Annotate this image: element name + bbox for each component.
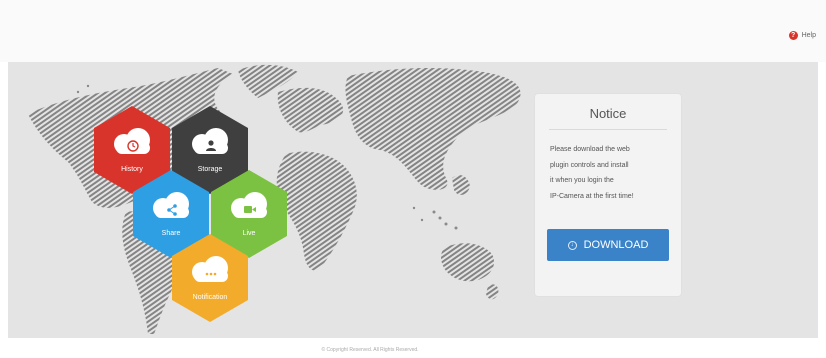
main-panel: History Storage Share Live Notification …: [8, 62, 818, 338]
help-link[interactable]: ? Help: [788, 31, 816, 40]
notice-panel: Notice Please download the web plugin co…: [535, 94, 681, 296]
notice-line: Please download the web: [550, 146, 630, 153]
question-circle-icon: ?: [788, 31, 798, 40]
copyright-text: © Copyright Reserved. All Rights Reserve…: [321, 347, 419, 353]
download-arrow-icon: ↓: [567, 240, 577, 250]
help-label: Help: [801, 32, 816, 39]
notification-hex[interactable]: Notification: [172, 234, 248, 322]
download-button[interactable]: ↓ DOWNLOAD: [547, 229, 669, 261]
notice-title: Notice: [589, 106, 627, 121]
notification-label: Notification: [192, 294, 228, 301]
notice-line: plugin controls and install: [550, 161, 629, 169]
notice-message: Please download the web plugin controls …: [550, 142, 670, 204]
notice-divider: [549, 129, 667, 130]
footer: © Copyright Reserved. All Rights Reserve…: [0, 338, 826, 358]
notice-line: IP-Camera at the first time!: [550, 192, 634, 200]
notice-line: it when you login the: [550, 177, 614, 184]
world-map: [28, 64, 521, 334]
download-label: DOWNLOAD: [583, 239, 649, 251]
top-bar: ? Help: [0, 0, 826, 62]
